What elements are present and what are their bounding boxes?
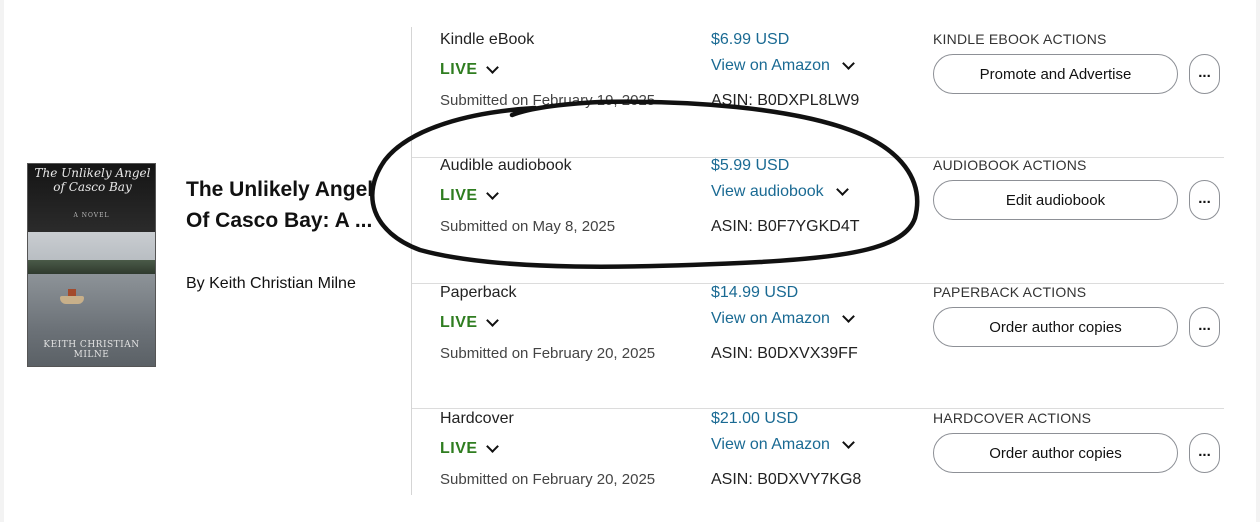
asin-value: ASIN: B0DXPL8LW9 — [711, 92, 860, 109]
cover-shoreline — [28, 260, 155, 274]
view-link-label: View on Amazon — [711, 57, 830, 74]
more-actions-button[interactable]: ... — [1189, 433, 1220, 473]
actions-heading: HARDCOVER ACTIONS — [933, 410, 1092, 426]
submitted-date: Submitted on February 20, 2025 — [440, 471, 656, 488]
format-name: Audible audiobook — [440, 157, 572, 174]
row-divider — [412, 408, 1224, 409]
format-name: Kindle eBook — [440, 31, 535, 48]
submitted-date: Submitted on February 19, 2025 — [440, 92, 656, 109]
chevron-down-icon — [485, 187, 499, 200]
format-price: $5.99 USD — [711, 157, 790, 174]
chevron-down-icon — [842, 310, 855, 323]
book-author: By Keith Christian Milne — [186, 275, 356, 292]
chevron-down-icon — [842, 436, 855, 449]
book-title[interactable]: The Unlikely Angel Of Casco Bay: A ... — [186, 174, 386, 236]
format-row-paperback: Paperback LIVE Submitted on February 20,… — [412, 284, 1224, 410]
format-price: $6.99 USD — [711, 31, 790, 48]
more-actions-button[interactable]: ... — [1189, 180, 1220, 220]
order-author-copies-button[interactable]: Order author copies — [933, 307, 1178, 347]
asin-value: ASIN: B0F7YGKD4T — [711, 218, 860, 235]
view-on-amazon-link[interactable]: View on Amazon — [711, 310, 855, 328]
actions-heading: AUDIOBOOK ACTIONS — [933, 157, 1087, 173]
asin-value: ASIN: B0DXVX39FF — [711, 345, 858, 362]
status-dropdown[interactable]: LIVE — [440, 440, 499, 458]
cover-boat — [60, 289, 84, 304]
format-row-audiobook: Audible audiobook LIVE Submitted on May … — [412, 157, 1224, 284]
status-label: LIVE — [440, 61, 478, 78]
status-label: LIVE — [440, 314, 478, 331]
format-name: Hardcover — [440, 410, 514, 427]
book-cover-image[interactable]: The Unlikely Angel of Casco Bay A NOVEL … — [27, 163, 156, 367]
order-author-copies-button[interactable]: Order author copies — [933, 433, 1178, 473]
status-label: LIVE — [440, 187, 478, 204]
submitted-date: Submitted on May 8, 2025 — [440, 218, 616, 235]
format-price: $14.99 USD — [711, 284, 799, 301]
edit-audiobook-button[interactable]: Edit audiobook — [933, 180, 1178, 220]
view-link-label: View audiobook — [711, 183, 824, 200]
promote-and-advertise-button[interactable]: Promote and Advertise — [933, 54, 1178, 94]
status-dropdown[interactable]: LIVE — [440, 314, 499, 332]
more-actions-button[interactable]: ... — [1189, 307, 1220, 347]
format-name: Paperback — [440, 284, 517, 301]
cover-author: KEITH CHRISTIAN MILNE — [43, 340, 140, 360]
view-on-amazon-link[interactable]: View on Amazon — [711, 57, 855, 75]
status-label: LIVE — [440, 440, 478, 457]
chevron-down-icon — [485, 61, 499, 74]
actions-heading: KINDLE EBOOK ACTIONS — [933, 31, 1107, 47]
view-link-label: View on Amazon — [711, 310, 830, 327]
format-price: $21.00 USD — [711, 410, 799, 427]
actions-heading: PAPERBACK ACTIONS — [933, 284, 1087, 300]
view-on-amazon-link[interactable]: View on Amazon — [711, 436, 855, 454]
cover-subtitle: A NOVEL — [73, 212, 110, 219]
format-row-hardcover: Hardcover LIVE Submitted on February 20,… — [412, 410, 1224, 522]
view-audiobook-link[interactable]: View audiobook — [711, 183, 849, 201]
chevron-down-icon — [842, 57, 855, 70]
chevron-down-icon — [485, 314, 499, 327]
cover-title: The Unlikely Angel of Casco Bay — [34, 166, 151, 194]
asin-value: ASIN: B0DXVY7KG8 — [711, 471, 862, 488]
chevron-down-icon — [485, 440, 499, 453]
more-actions-button[interactable]: ... — [1189, 54, 1220, 94]
status-dropdown[interactable]: LIVE — [440, 61, 499, 79]
submitted-date: Submitted on February 20, 2025 — [440, 345, 656, 362]
chevron-down-icon — [835, 183, 849, 196]
status-dropdown[interactable]: LIVE — [440, 187, 499, 205]
view-link-label: View on Amazon — [711, 436, 830, 453]
format-row-kindle: Kindle eBook LIVE Submitted on February … — [412, 31, 1224, 158]
